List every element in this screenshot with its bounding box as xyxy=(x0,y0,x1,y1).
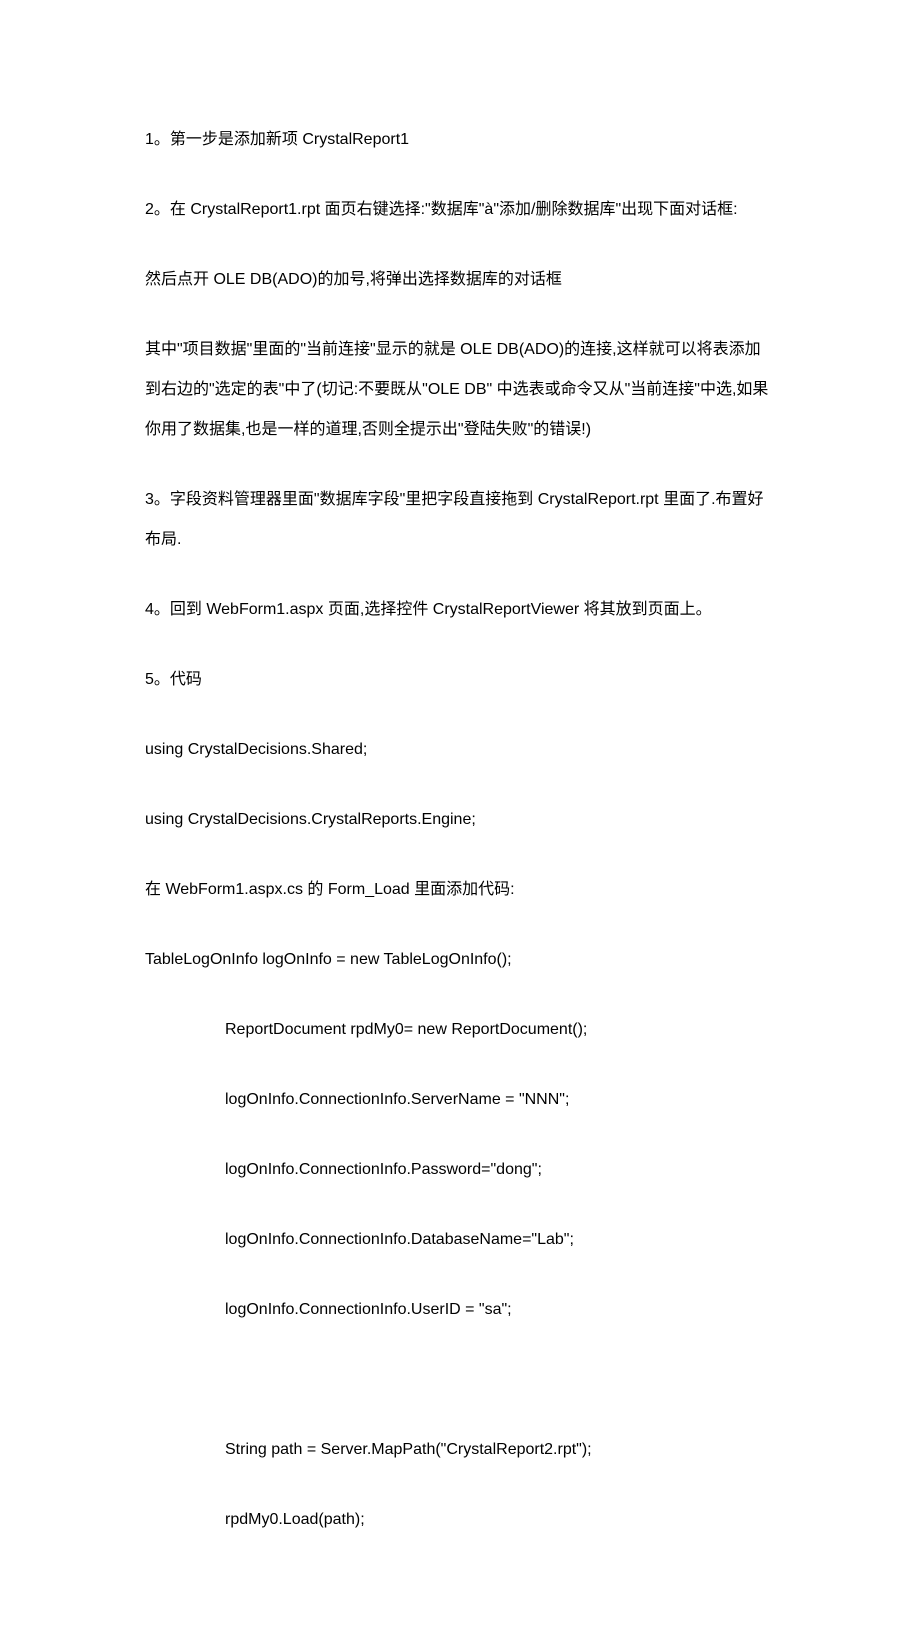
paragraph-12: logOnInfo.ConnectionInfo.ServerName = "N… xyxy=(145,1080,775,1120)
paragraph-6: 5。代码 xyxy=(145,660,775,700)
paragraph-18: rpdMy0.Load(path); xyxy=(145,1500,775,1540)
paragraph-16 xyxy=(145,1360,775,1400)
paragraph-1: 2。在 CrystalReport1.rpt 面页右键选择:"数据库"à"添加/… xyxy=(145,190,775,230)
paragraph-11: ReportDocument rpdMy0= new ReportDocumen… xyxy=(145,1010,775,1050)
paragraph-0: 1。第一步是添加新项 CrystalReport1 xyxy=(145,120,775,160)
paragraph-2: 然后点开 OLE DB(ADO)的加号,将弹出选择数据库的对话框 xyxy=(145,260,775,300)
paragraph-15: logOnInfo.ConnectionInfo.UserID = "sa"; xyxy=(145,1290,775,1330)
paragraph-7: using CrystalDecisions.Shared; xyxy=(145,730,775,770)
paragraph-17: String path = Server.MapPath("CrystalRep… xyxy=(145,1430,775,1470)
paragraph-8: using CrystalDecisions.CrystalReports.En… xyxy=(145,800,775,840)
paragraph-14: logOnInfo.ConnectionInfo.DatabaseName="L… xyxy=(145,1220,775,1260)
paragraph-4: 3。字段资料管理器里面"数据库字段"里把字段直接拖到 CrystalReport… xyxy=(145,480,775,560)
paragraph-5: 4。回到 WebForm1.aspx 页面,选择控件 CrystalReport… xyxy=(145,590,775,630)
paragraph-3: 其中"项目数据"里面的"当前连接"显示的就是 OLE DB(ADO)的连接,这样… xyxy=(145,330,775,450)
paragraph-9: 在 WebForm1.aspx.cs 的 Form_Load 里面添加代码: xyxy=(145,870,775,910)
paragraph-13: logOnInfo.ConnectionInfo.Password="dong"… xyxy=(145,1150,775,1190)
document-body: 1。第一步是添加新项 CrystalReport1 2。在 CrystalRepo… xyxy=(145,120,775,1540)
paragraph-10: TableLogOnInfo logOnInfo = new TableLogO… xyxy=(145,940,775,980)
